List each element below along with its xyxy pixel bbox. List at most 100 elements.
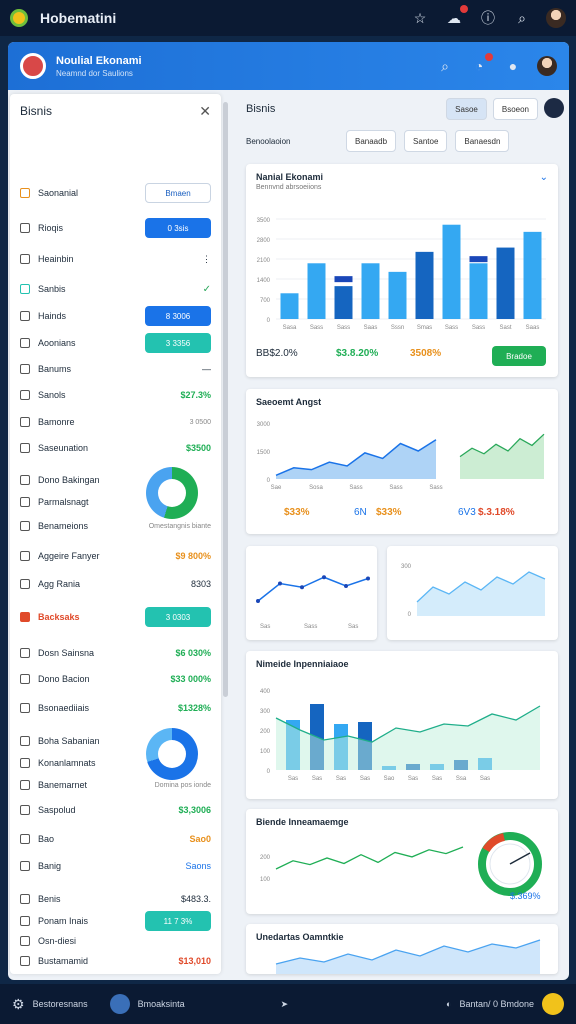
x-tick-label: Saas [364,325,378,331]
settings-icon[interactable]: ⚙ [12,996,25,1013]
sidebar-item-label: Bsonaediiais [38,703,90,713]
sidebar-item[interactable]: Ponam Inais 11 7 3% [10,911,221,931]
chat-icon[interactable]: ● [503,56,523,76]
sidebar-item[interactable]: Parmalsnagt [10,493,221,511]
close-icon[interactable]: ✕ [199,103,211,120]
sidebar-item[interactable]: Bao Sao0 [10,830,221,848]
profile-avatar[interactable] [537,56,557,76]
data-point [322,575,326,580]
combo-chart-card: Nimeide Inpenniaiaoe 0 100 200 300 400 Sas Sas… [246,651,558,799]
bar [280,293,299,319]
sidebar-item[interactable]: Hainds 8 3006 [10,306,221,326]
item-icon [20,390,30,400]
area [417,572,545,616]
x-tick-label: Sass [304,624,317,630]
x-tick-label: Sas [288,776,298,782]
sidebar-item-value[interactable]: Bmaen [145,183,211,203]
sidebar-item[interactable]: Rioqis 0 3sis [10,218,221,238]
x-tick-label: Sass [310,325,323,331]
search-icon[interactable]: ⌕ [435,56,455,76]
item-icon [20,805,30,815]
info-icon[interactable]: ⓘ [478,8,498,28]
sidebar-item[interactable]: Heainbin ⋮ [10,250,221,268]
sidebar-item[interactable]: Bamonre 3 0500 [10,413,221,431]
card-title: Unedartas Oamntkie [256,932,344,942]
sidebar-item[interactable]: Saonanial Bmaen [10,183,221,203]
sidebar-item[interactable]: Banig Saons [10,857,221,875]
avatar[interactable] [544,98,564,118]
sidebar-item[interactable]: Saseunation $3500 [10,439,221,457]
user-badge[interactable] [542,993,564,1015]
item-icon [20,916,30,926]
filter-chip[interactable]: Banaadb [346,130,397,152]
sidebar-item-value: $13,010 [178,956,211,966]
stat-a: BB$2.0% [256,348,298,359]
line-series [275,846,464,870]
network-icon[interactable]: ◐ [446,999,451,1009]
search-icon[interactable]: ⌕ [512,8,532,28]
save-button[interactable]: Sasoe [446,98,487,120]
app-header: Noulial Ekonami Neamnd dor Saulions ⌕ ◔ … [8,42,569,90]
chevron-down-icon[interactable]: ⌄ [540,172,548,183]
sidebar-item[interactable]: Dono Bakingan [10,467,221,519]
app-avatar-icon[interactable] [109,994,130,1014]
data-point [278,581,282,586]
taskbar-app[interactable]: Bmoaksinta [138,999,185,1009]
action-button[interactable]: Bsoeon [492,98,538,120]
filter-chip[interactable]: Santoe [404,130,448,152]
sidebar-item-label: Aoonians [38,338,76,348]
sidebar-item[interactable]: Benameions Omestangnis biante [10,517,221,535]
sidebar-item[interactable]: Dono Bacion $33 000% [10,670,221,688]
user-avatar[interactable] [546,8,566,28]
sidebar-item[interactable]: Boha Sabanian [10,728,221,780]
y-tick-label: 0 [408,612,412,618]
sidebar-scrollbar[interactable] [223,102,228,697]
sidebar-item-value[interactable]: 3 0303 [145,607,211,627]
item-icon [20,834,30,844]
sidebar-item[interactable]: Banums — [10,360,221,378]
sidebar-item[interactable]: Benis $483.3. [10,890,221,908]
stat-b: $3.8.20% [336,348,379,359]
filter-chip[interactable]: Banaesdn [455,130,510,152]
sidebar-item-value: — [202,364,211,374]
main-title: Bisnis [246,103,276,115]
item-icon [20,284,30,294]
sidebar-item[interactable]: Bsonaediiais $1328% [10,699,221,717]
notification-icon[interactable]: ☁ [444,5,468,28]
sidebar-item[interactable]: Dosn Sainsna $6 030% [10,644,221,662]
stat-value: 6N [354,507,367,518]
y-tick-label: 400 [260,689,271,695]
sidebar-item-value: Saons [185,861,211,871]
sidebar-item[interactable]: Agg Rania 8303 [10,575,221,593]
bar [334,286,353,319]
sidebar-item[interactable]: Aggeire Fanyer $9 800% [10,547,221,565]
sidebar-item-value[interactable]: 0 3sis [145,218,211,238]
sidebar-item-value[interactable]: 8 3006 [145,306,211,326]
sidebar-item[interactable]: Sanbis ✓ [10,280,221,298]
sidebar-item-value: Sao0 [189,834,211,844]
sidebar-item[interactable]: Aoonians 3 3356 [10,333,221,353]
main-content: Bisnis Sasoe Bsoeon Benoolaoion Banaadb … [246,94,564,974]
y-tick-label: 3000 [257,422,271,428]
sidebar-item[interactable]: Konanlamnats [10,754,221,772]
sidebar-item[interactable]: Osn-diesi [10,932,221,950]
mini-line-card: Sas Sass Sas [246,546,377,640]
sidebar-item[interactable]: Saspolud $3,3006 [10,801,221,819]
sidebar-item[interactable]: Backsaks 3 0303 [10,607,221,627]
x-tick-label: Sast [499,325,511,331]
bell-icon[interactable]: ◔ [469,53,493,76]
sidebar-item[interactable]: Sanols $27.3% [10,386,221,404]
sidebar-item-value[interactable]: 11 7 3% [145,911,211,931]
sidebar-item-value: $9 800% [175,551,211,561]
bar [469,263,488,319]
sidebar-item-label: Dono Bakingan [38,475,100,485]
sidebar-item-label: Parmalsnagt [38,497,89,507]
sidebar-item-value[interactable]: 3 3356 [145,333,211,353]
sidebar-item[interactable]: Bustamamid $13,010 [10,952,221,970]
card-title: Nimeide Inpenniaiaoe [256,659,349,669]
data-point [366,576,370,581]
details-button[interactable]: Bradoe [492,346,546,366]
star-icon[interactable]: ☆ [410,8,430,28]
sidebar-item-label: Sanols [38,390,66,400]
sidebar-item[interactable]: Banemarnet Domina pos ionde [10,776,221,794]
